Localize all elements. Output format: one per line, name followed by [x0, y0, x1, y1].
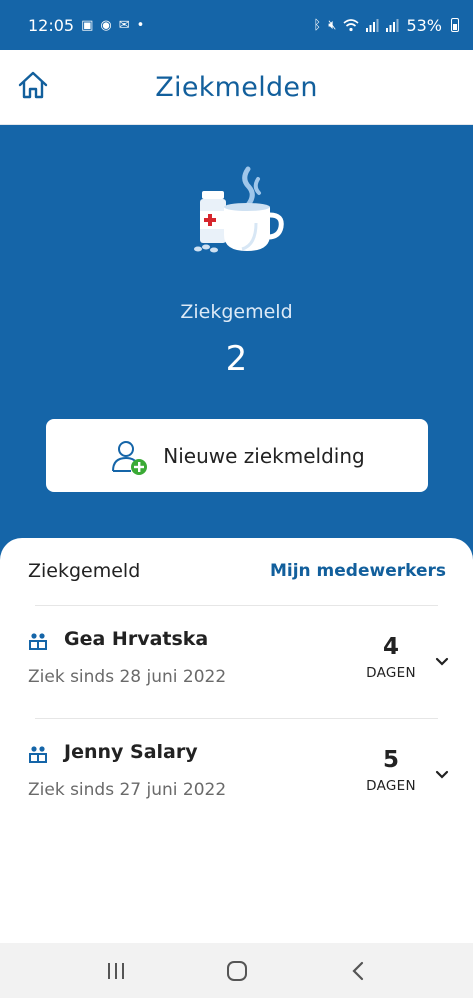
days-counter: 4 DAGEN	[365, 634, 417, 681]
sick-list-header: Ziekgemeld Mijn medewerkers	[28, 560, 446, 582]
bluetooth-icon: ᛒ	[313, 17, 322, 33]
status-bar-right: ᛒ 🔇︎ 53%	[313, 16, 459, 35]
sick-since: Ziek sinds 28 juni 2022	[28, 667, 227, 687]
status-time: 12:05	[28, 15, 75, 35]
battery-percent: 53%	[406, 15, 442, 35]
page-title: Ziekmelden	[155, 71, 318, 103]
list-item[interactable]: Gea Hrvatska Ziek sinds 28 juni 2022 4 D…	[0, 606, 473, 718]
sim-icon: ▣	[81, 17, 94, 33]
sick-since: Ziek sinds 27 juni 2022	[28, 780, 227, 800]
mail-icon: ✉	[118, 17, 130, 33]
days-value: 4	[382, 634, 399, 660]
days-counter: 5 DAGEN	[365, 747, 417, 794]
team-icon	[29, 746, 47, 763]
recent-apps-icon[interactable]	[96, 951, 136, 991]
team-icon	[29, 633, 47, 650]
new-sick-report-button[interactable]: Nieuwe ziekmelding	[46, 419, 428, 492]
wifi-icon	[343, 18, 359, 31]
battery-icon	[451, 18, 459, 32]
system-nav-bar	[0, 943, 473, 998]
chevron-down-icon[interactable]	[435, 770, 449, 780]
signal-icon	[366, 18, 379, 32]
chevron-down-icon[interactable]	[435, 657, 449, 667]
sick-count-value: 2	[225, 339, 248, 379]
sick-list-sheet: Ziekgemeld Mijn medewerkers Gea Hrvatska…	[0, 538, 473, 943]
days-label: DAGEN	[366, 778, 416, 794]
status-bar-left: 12:05 ▣ ◉ ✉ •	[28, 16, 144, 35]
add-person-icon	[112, 440, 148, 475]
days-label: DAGEN	[366, 665, 416, 681]
my-employees-link[interactable]: Mijn medewerkers	[270, 561, 446, 581]
days-value: 5	[382, 747, 399, 773]
home-button-icon[interactable]	[217, 951, 257, 991]
sick-coffee-medicine-icon	[194, 166, 284, 253]
status-bar: 12:05 ▣ ◉ ✉ • ᛒ 🔇︎ 53%	[0, 0, 473, 50]
signal-icon	[386, 18, 399, 32]
employee-name: Jenny Salary	[64, 741, 198, 763]
back-icon[interactable]	[338, 951, 378, 991]
sick-count-label: Ziekgemeld	[180, 301, 293, 323]
list-item[interactable]: Jenny Salary Ziek sinds 27 juni 2022 5 D…	[0, 719, 473, 831]
new-sick-report-label: Nieuwe ziekmelding	[163, 443, 365, 468]
dot-icon: •	[136, 17, 145, 33]
whatsapp-icon: ◉	[100, 17, 112, 33]
employee-name: Gea Hrvatska	[64, 628, 209, 650]
hero-panel: Ziekgemeld 2 Nieuwe ziekmelding	[0, 125, 473, 565]
app-bar: Ziekmelden	[0, 50, 473, 125]
sick-list-title: Ziekgemeld	[28, 560, 141, 582]
home-icon[interactable]	[16, 68, 50, 102]
mute-icon: 🔇︎	[328, 17, 337, 33]
